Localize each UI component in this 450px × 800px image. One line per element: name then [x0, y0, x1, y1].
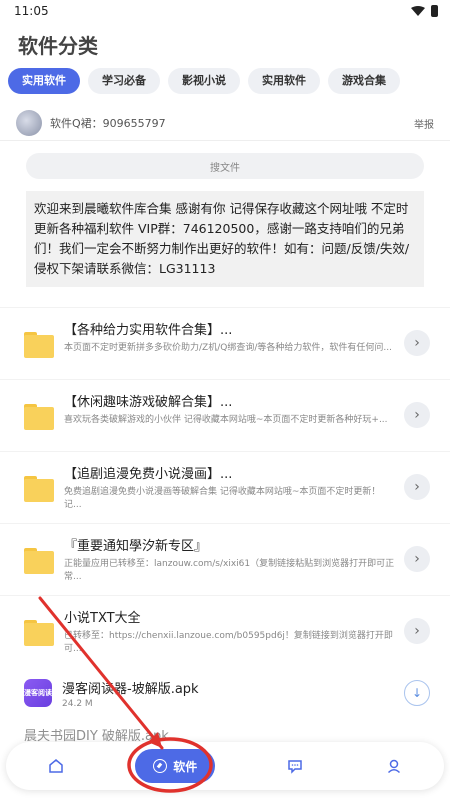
bottom-nav: 软件 [6, 742, 444, 790]
list-item[interactable]: 【各种给力实用软件合集】... 本页面不定时更新拼多多砍价助力/Z机/Q绑查询/… [0, 307, 450, 379]
file-title: 【追剧追漫免费小说漫画】... [64, 467, 233, 482]
apk-title: 漫客阅读器-坡解版.apk [62, 681, 199, 697]
list-item[interactable]: 【追剧追漫免费小说漫画】... 免费追剧追漫免费小说漫画等破解合集 记得收藏本网… [0, 451, 450, 523]
search-input[interactable]: 搜文件 [26, 153, 424, 179]
file-title: 『重要通知學汐新专区』 [64, 539, 208, 554]
app-icon: 漫客阅读 [24, 679, 52, 707]
file-desc: 免费追剧追漫免费小说漫画等破解合集 记得收藏本网站哦~本页面不定时更新！记... [64, 487, 381, 510]
home-icon [48, 759, 63, 773]
status-bar: 11:05 [0, 0, 450, 22]
nav-profile[interactable] [374, 746, 414, 786]
report-link[interactable]: 举报 [414, 116, 434, 131]
nav-software-label: 软件 [173, 759, 198, 774]
folder-icon [24, 620, 54, 646]
folder-icon [24, 548, 54, 574]
list-item[interactable]: 小说TXT大全 已转移至：https://chenxii.lanzoue.com… [0, 595, 450, 667]
file-desc: 本页面不定时更新拼多多砍价助力/Z机/Q绑查询/等各种给力软件，软件有任何问..… [64, 343, 392, 353]
chevron-right-icon[interactable]: › [404, 330, 430, 356]
file-desc: 已转移至：https://chenxii.lanzoue.com/b0595pd… [64, 631, 393, 654]
tab-video-novel[interactable]: 影视小说 [168, 68, 240, 94]
wifi-icon [411, 6, 425, 16]
file-list: 【各种给力实用软件合集】... 本页面不定时更新拼多多砍价助力/Z机/Q绑查询/… [0, 307, 450, 749]
apk-size: 24.2 M [62, 698, 93, 709]
list-item[interactable]: 【休闲趣味游戏破解合集】... 喜欢玩各类破解游戏的小伙伴 记得收藏本网站哦~本… [0, 379, 450, 451]
compass-icon [153, 759, 168, 773]
qq-group-text: 软件Q裙：909655797 [50, 117, 166, 130]
file-title: 小说TXT大全 [64, 611, 141, 626]
chevron-right-icon[interactable]: › [404, 618, 430, 644]
qq-group-row: 软件Q裙：909655797 举报 [0, 106, 450, 140]
folder-icon [24, 332, 54, 358]
file-title: 【各种给力实用软件合集】... [64, 323, 233, 338]
status-icons [411, 5, 438, 17]
tab-utility-2[interactable]: 实用软件 [248, 68, 320, 94]
notice-text: 欢迎来到晨曦软件库合集 感谢有你 记得保存收藏这个网址哦 不定时更新各种福利软件… [26, 191, 424, 287]
divider [0, 140, 450, 141]
file-desc: 喜欢玩各类破解游戏的小伙伴 记得收藏本网站哦~本页面不定时更新各种好玩+... [64, 415, 388, 425]
chevron-right-icon[interactable]: › [404, 474, 430, 500]
category-tabs: 实用软件 学习必备 影视小说 实用软件 游戏合集 [0, 62, 450, 106]
chevron-right-icon[interactable]: › [404, 546, 430, 572]
page-title: 软件分类 [18, 34, 98, 58]
file-title: 【休闲趣味游戏破解合集】... [64, 395, 233, 410]
user-icon [388, 759, 401, 774]
folder-icon [24, 476, 54, 502]
chevron-right-icon[interactable]: › [404, 402, 430, 428]
nav-messages[interactable] [275, 746, 315, 786]
folder-icon [24, 404, 54, 430]
file-desc: 正能量应用已转移至：lanzouw.com/s/xixi61（复制链接粘贴到浏览… [64, 559, 395, 582]
download-icon[interactable]: ↓ [404, 680, 430, 706]
avatar[interactable] [16, 110, 42, 136]
nav-home[interactable] [36, 746, 76, 786]
nav-software[interactable]: 软件 [135, 749, 216, 783]
tab-learning[interactable]: 学习必备 [88, 68, 160, 94]
chat-icon [287, 760, 302, 774]
status-time: 11:05 [14, 4, 49, 18]
list-item[interactable]: 『重要通知學汐新专区』 正能量应用已转移至：lanzouw.com/s/xixi… [0, 523, 450, 595]
tab-games[interactable]: 游戏合集 [328, 68, 400, 94]
battery-icon [431, 5, 438, 17]
apk-item[interactable]: 漫客阅读 漫客阅读器-坡解版.apk 24.2 M ↓ [0, 667, 450, 719]
tab-utility[interactable]: 实用软件 [8, 68, 80, 94]
